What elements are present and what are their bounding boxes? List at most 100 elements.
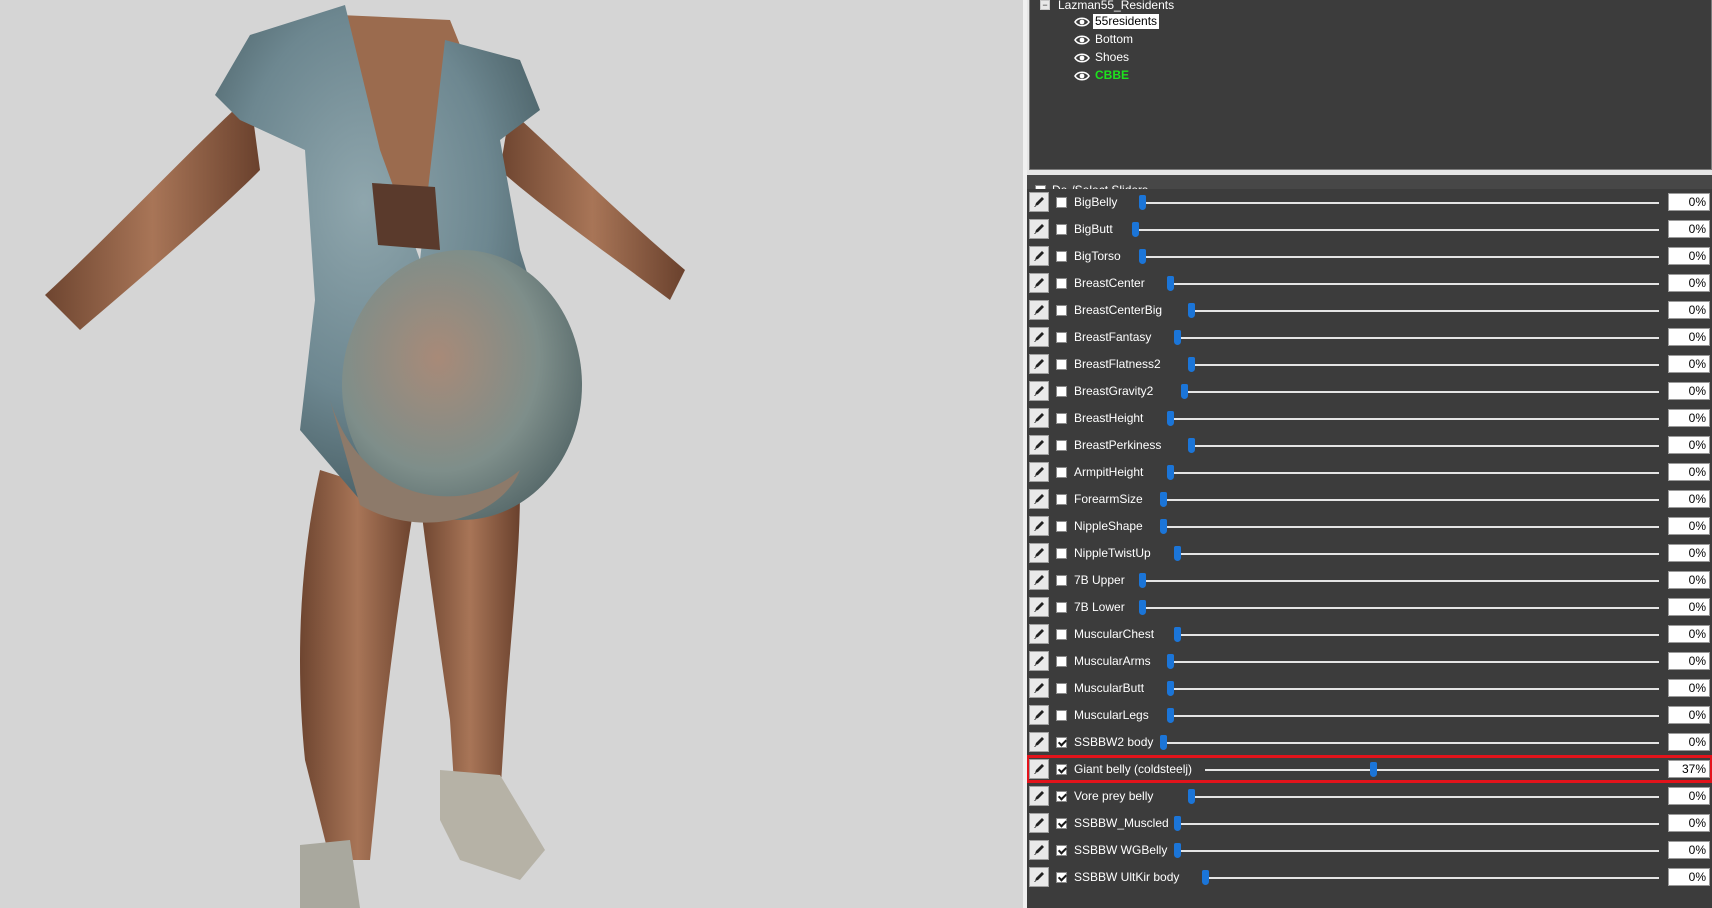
edit-slider-button[interactable] [1029, 813, 1049, 833]
eye-icon[interactable] [1074, 34, 1090, 46]
slider-value-input[interactable]: 0% [1668, 706, 1710, 724]
slider-value-input[interactable]: 0% [1668, 409, 1710, 427]
slider-track[interactable] [1191, 445, 1659, 447]
slider-checkbox[interactable] [1056, 683, 1067, 694]
slider-value-input[interactable]: 0% [1668, 814, 1710, 832]
slider-thumb[interactable] [1174, 843, 1181, 858]
slider-thumb[interactable] [1167, 276, 1174, 291]
slider-thumb[interactable] [1174, 330, 1181, 345]
edit-slider-button[interactable] [1029, 543, 1049, 563]
slider-checkbox[interactable] [1056, 602, 1067, 613]
tree-item[interactable]: Bottom [1074, 31, 1135, 48]
tree-item[interactable]: CBBE [1074, 67, 1131, 84]
slider-value-input[interactable]: 0% [1668, 490, 1710, 508]
slider-value-input[interactable]: 0% [1668, 544, 1710, 562]
edit-slider-button[interactable] [1029, 435, 1049, 455]
slider-checkbox[interactable] [1056, 575, 1067, 586]
edit-slider-button[interactable] [1029, 489, 1049, 509]
3d-viewport[interactable] [0, 0, 1023, 908]
slider-checkbox[interactable] [1056, 629, 1067, 640]
slider-thumb[interactable] [1139, 249, 1146, 264]
slider-checkbox[interactable] [1056, 386, 1067, 397]
edit-slider-button[interactable] [1029, 273, 1049, 293]
slider-track[interactable] [1142, 580, 1659, 582]
edit-slider-button[interactable] [1029, 840, 1049, 860]
slider-value-input[interactable]: 0% [1668, 436, 1710, 454]
slider-track[interactable] [1170, 418, 1659, 420]
slider-value-input[interactable]: 0% [1668, 733, 1710, 751]
slider-thumb[interactable] [1188, 303, 1195, 318]
slider-value-input[interactable]: 0% [1668, 463, 1710, 481]
slider-checkbox[interactable] [1056, 278, 1067, 289]
slider-thumb[interactable] [1132, 222, 1139, 237]
slider-thumb[interactable] [1167, 465, 1174, 480]
slider-thumb[interactable] [1139, 600, 1146, 615]
slider-track[interactable] [1191, 310, 1659, 312]
slider-value-input[interactable]: 0% [1668, 598, 1710, 616]
slider-checkbox[interactable] [1056, 305, 1067, 316]
slider-track[interactable] [1170, 715, 1659, 717]
slider-checkbox[interactable] [1056, 845, 1067, 856]
edit-slider-button[interactable] [1029, 786, 1049, 806]
slider-thumb[interactable] [1139, 195, 1146, 210]
slider-value-input[interactable]: 0% [1668, 193, 1710, 211]
edit-slider-button[interactable] [1029, 408, 1049, 428]
edit-slider-button[interactable] [1029, 732, 1049, 752]
slider-value-input[interactable]: 37% [1668, 760, 1710, 778]
slider-checkbox[interactable] [1056, 251, 1067, 262]
edit-slider-button[interactable] [1029, 462, 1049, 482]
slider-thumb[interactable] [1174, 816, 1181, 831]
slider-thumb[interactable] [1202, 870, 1209, 885]
slider-checkbox[interactable] [1056, 737, 1067, 748]
slider-track[interactable] [1142, 607, 1659, 609]
slider-value-input[interactable]: 0% [1668, 841, 1710, 859]
slider-value-input[interactable]: 0% [1668, 679, 1710, 697]
slider-value-input[interactable]: 0% [1668, 247, 1710, 265]
slider-track[interactable] [1205, 769, 1659, 771]
slider-thumb[interactable] [1167, 411, 1174, 426]
slider-track[interactable] [1163, 742, 1659, 744]
slider-thumb[interactable] [1167, 708, 1174, 723]
edit-slider-button[interactable] [1029, 759, 1049, 779]
slider-checkbox[interactable] [1056, 764, 1067, 775]
edit-slider-button[interactable] [1029, 516, 1049, 536]
slider-track[interactable] [1142, 202, 1659, 204]
slider-thumb[interactable] [1188, 357, 1195, 372]
slider-thumb[interactable] [1369, 762, 1377, 777]
edit-slider-button[interactable] [1029, 327, 1049, 347]
slider-track[interactable] [1142, 256, 1659, 258]
slider-checkbox[interactable] [1056, 710, 1067, 721]
tree-root[interactable]: − Lazman55_Residents [1040, 0, 1174, 13]
slider-checkbox[interactable] [1056, 494, 1067, 505]
slider-track[interactable] [1170, 472, 1659, 474]
slider-thumb[interactable] [1160, 735, 1167, 750]
edit-slider-button[interactable] [1029, 246, 1049, 266]
edit-slider-button[interactable] [1029, 624, 1049, 644]
slider-thumb[interactable] [1167, 681, 1174, 696]
slider-track[interactable] [1177, 634, 1659, 636]
slider-checkbox[interactable] [1056, 197, 1067, 208]
slider-track[interactable] [1177, 337, 1659, 339]
slider-track[interactable] [1163, 526, 1659, 528]
slider-value-input[interactable]: 0% [1668, 517, 1710, 535]
edit-slider-button[interactable] [1029, 300, 1049, 320]
collapse-icon[interactable]: − [1040, 0, 1050, 10]
edit-slider-button[interactable] [1029, 597, 1049, 617]
edit-slider-button[interactable] [1029, 192, 1049, 212]
slider-track[interactable] [1177, 553, 1659, 555]
slider-track[interactable] [1191, 364, 1659, 366]
slider-thumb[interactable] [1181, 384, 1188, 399]
slider-checkbox[interactable] [1056, 818, 1067, 829]
slider-checkbox[interactable] [1056, 332, 1067, 343]
slider-thumb[interactable] [1139, 573, 1146, 588]
slider-checkbox[interactable] [1056, 467, 1067, 478]
edit-slider-button[interactable] [1029, 381, 1049, 401]
slider-thumb[interactable] [1174, 627, 1181, 642]
edit-slider-button[interactable] [1029, 570, 1049, 590]
slider-value-input[interactable]: 0% [1668, 787, 1710, 805]
slider-track[interactable] [1170, 688, 1659, 690]
edit-slider-button[interactable] [1029, 705, 1049, 725]
edit-slider-button[interactable] [1029, 219, 1049, 239]
slider-track[interactable] [1177, 850, 1659, 852]
slider-track[interactable] [1135, 229, 1659, 231]
